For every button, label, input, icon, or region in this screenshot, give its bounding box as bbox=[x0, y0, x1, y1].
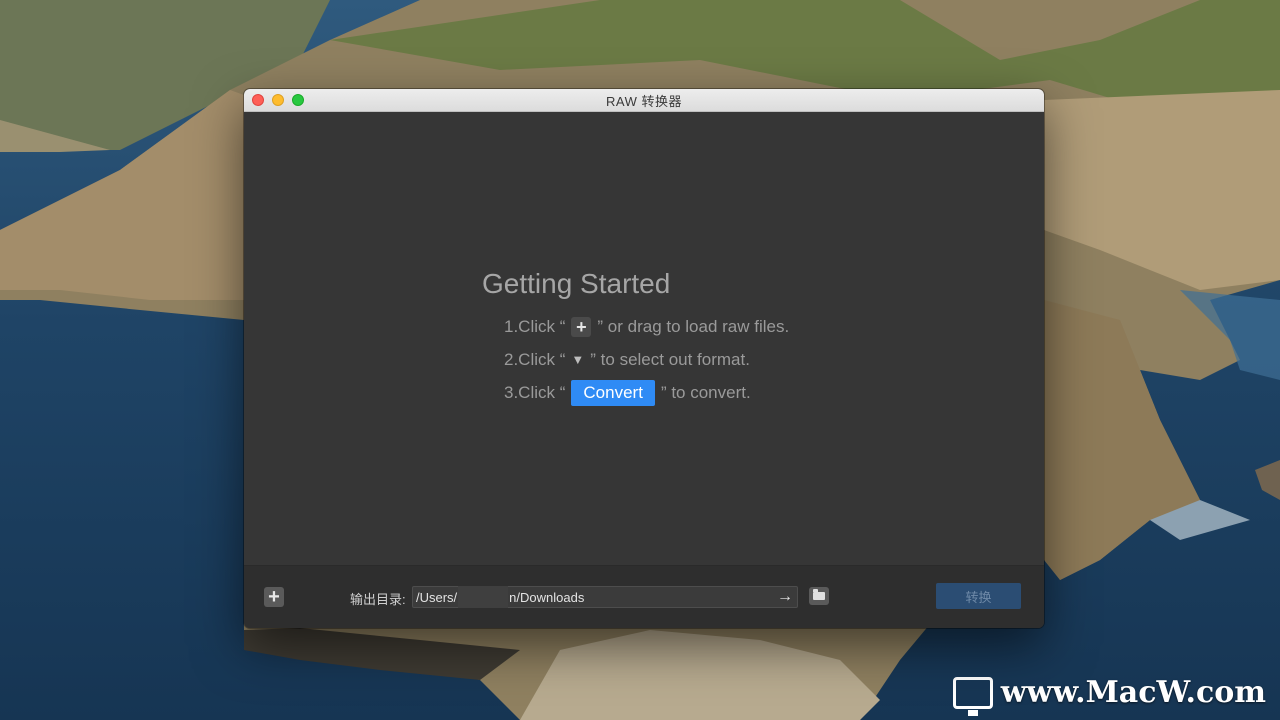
window-title: RAW 转换器 bbox=[606, 93, 682, 109]
convert-button[interactable]: 转换 bbox=[936, 583, 1021, 609]
step2-prefix: 2.Click “ bbox=[504, 349, 566, 369]
title-bar[interactable]: RAW 转换器 bbox=[244, 89, 1044, 112]
triangle-down-icon: ▼ bbox=[571, 352, 585, 367]
output-directory-label: 输出目录: bbox=[350, 592, 406, 607]
raw-converter-window: RAW 转换器 Getting Started 1.Click “ + ” or… bbox=[244, 89, 1044, 628]
step1-suffix: ” or drag to load raw files. bbox=[597, 316, 790, 336]
arrow-right-icon[interactable]: → bbox=[777, 588, 793, 606]
plus-icon: + bbox=[268, 586, 280, 608]
watermark: www.MacW.com bbox=[952, 675, 1266, 716]
close-window-button[interactable] bbox=[252, 94, 264, 106]
path-end: n/Downloads bbox=[509, 589, 585, 605]
guide-step-3: 3.Click “ Convert ” to convert. bbox=[504, 376, 789, 409]
browse-folder-button[interactable] bbox=[809, 587, 829, 605]
zoom-window-button[interactable] bbox=[292, 94, 304, 106]
step2-suffix: ” to select out format. bbox=[590, 349, 750, 369]
guide-title: Getting Started bbox=[482, 268, 671, 299]
desktop: www.MacW.com RAW 转换器 Getting Started 1.C… bbox=[0, 0, 1280, 720]
path-start: /Users/ bbox=[416, 589, 458, 605]
step3-prefix: 3.Click “ bbox=[504, 382, 566, 402]
output-path-field[interactable]: /Users/ n/Downloads → bbox=[412, 586, 798, 608]
convert-chip: Convert bbox=[571, 379, 655, 406]
macw-monitor-logo bbox=[952, 676, 993, 716]
guide-step-1: 1.Click “ + ” or drag to load raw files. bbox=[504, 310, 789, 343]
step3-suffix: ” to convert. bbox=[660, 382, 751, 402]
bottom-toolbar: + 输出目录: /Users/ n/Downloads → 转换 bbox=[244, 565, 1044, 628]
minimize-window-button[interactable] bbox=[272, 94, 284, 106]
watermark-text: www.MacW.com bbox=[1000, 675, 1266, 710]
add-files-button[interactable]: + bbox=[264, 587, 284, 607]
redacted-username bbox=[458, 586, 509, 608]
folder-icon bbox=[813, 589, 825, 600]
drop-area[interactable]: Getting Started 1.Click “ + ” or drag to… bbox=[244, 112, 1044, 566]
getting-started-guide: Getting Started 1.Click “ + ” or drag to… bbox=[482, 268, 789, 409]
plus-icon: + bbox=[571, 316, 592, 337]
window-controls bbox=[252, 94, 304, 106]
guide-step-2: 2.Click “ ▼ ” to select out format. bbox=[504, 343, 789, 376]
step1-prefix: 1.Click “ bbox=[504, 316, 566, 336]
